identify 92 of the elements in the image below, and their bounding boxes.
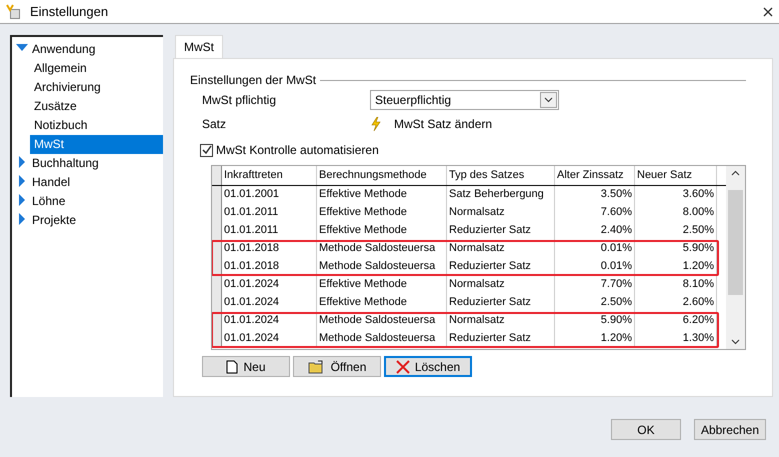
- table-cell: 01.01.2018: [222, 240, 317, 258]
- window-title: Einstellungen: [30, 4, 108, 19]
- checkbox-label: MwSt Kontrolle automatisieren: [216, 143, 379, 157]
- table-cell: 2.50%: [555, 294, 635, 312]
- table-cell: 01.01.2011: [222, 204, 317, 222]
- column-header[interactable]: Neuer Satz: [635, 166, 717, 185]
- table-cell: 2.40%: [555, 222, 635, 240]
- lightning-icon[interactable]: [370, 117, 382, 131]
- tree-item[interactable]: Notizbuch: [30, 116, 92, 135]
- table-cell: Methode Saldosteuersa: [317, 312, 447, 330]
- table-cell: 5.90%: [635, 240, 717, 258]
- table-cell: 5.90%: [555, 312, 635, 330]
- close-icon[interactable]: [763, 6, 773, 16]
- table-cell: 7.70%: [555, 276, 635, 294]
- tree-item[interactable]: Handel: [28, 173, 74, 192]
- tree-item[interactable]: MwSt: [30, 135, 163, 154]
- table-cell: 3.50%: [555, 186, 635, 204]
- table-cell: 01.01.2024: [222, 294, 317, 312]
- table-cell: Methode Saldosteuersa: [317, 330, 447, 348]
- row-header[interactable]: [212, 222, 222, 240]
- table-cell: Methode Saldosteuersa: [317, 258, 447, 276]
- page-icon: [226, 360, 238, 374]
- column-header[interactable]: Typ des Satzes: [447, 166, 555, 185]
- tree-item[interactable]: Buchhaltung: [28, 154, 103, 173]
- delete-button[interactable]: Löschen: [384, 356, 472, 377]
- delete-cross-icon: [396, 360, 410, 374]
- change-rate-link[interactable]: MwSt Satz ändern: [394, 117, 492, 131]
- app-icon: [6, 4, 22, 20]
- table-cell: Reduzierter Satz: [447, 294, 555, 312]
- collapsed-triangle-icon[interactable]: [16, 175, 28, 187]
- tree-item[interactable]: Archivierung: [30, 78, 105, 97]
- table-cell: 01.01.2018: [222, 258, 317, 276]
- tree-item[interactable]: Zusätze: [30, 97, 81, 116]
- field-label: MwSt pflichtig: [202, 93, 278, 107]
- table-cell: Normalsatz: [447, 276, 555, 294]
- tree-item[interactable]: Löhne: [28, 192, 70, 211]
- tab[interactable]: MwSt: [175, 35, 223, 58]
- table-cell: 7.60%: [555, 204, 635, 222]
- table-cell: Effektive Methode: [317, 204, 447, 222]
- table-cell: Reduzierter Satz: [447, 330, 555, 348]
- checkbox[interactable]: [200, 144, 213, 156]
- table-cell: 01.01.2024: [222, 312, 317, 330]
- scrollbar[interactable]: [726, 166, 745, 349]
- table-cell: 1.20%: [555, 330, 635, 348]
- row-header[interactable]: [212, 294, 222, 312]
- collapsed-triangle-icon[interactable]: [16, 194, 28, 206]
- table-cell: Normalsatz: [447, 204, 555, 222]
- table-cell: 8.10%: [635, 276, 717, 294]
- table-cell: 01.01.2001: [222, 186, 317, 204]
- open-button[interactable]: Öffnen: [293, 356, 381, 377]
- table-cell: Normalsatz: [447, 240, 555, 258]
- scroll-down-icon[interactable]: [731, 339, 740, 345]
- table-cell: 6.20%: [635, 312, 717, 330]
- table-cell: 3.60%: [635, 186, 717, 204]
- collapsed-triangle-icon[interactable]: [16, 156, 28, 168]
- table-cell: 01.01.2024: [222, 330, 317, 348]
- scroll-up-icon[interactable]: [731, 170, 740, 176]
- table-cell: 0.01%: [555, 240, 635, 258]
- table-cell: Reduzierter Satz: [447, 258, 555, 276]
- table-cell: 01.01.2024: [222, 276, 317, 294]
- table-cell: 8.00%: [635, 204, 717, 222]
- table-cell: Satz Beherbergung: [447, 186, 555, 204]
- field-label: Satz: [202, 117, 228, 131]
- tree-item[interactable]: Projekte: [28, 211, 80, 230]
- table-cell: Effektive Methode: [317, 276, 447, 294]
- collapsed-triangle-icon[interactable]: [16, 213, 28, 225]
- dropdown[interactable]: Steuerpflichtig: [370, 90, 559, 110]
- row-header[interactable]: [212, 186, 222, 204]
- group-title: Einstellungen der MwSt: [190, 73, 316, 87]
- tree-item[interactable]: Anwendung: [28, 40, 100, 59]
- chevron-down-icon: [544, 97, 553, 103]
- table-cell: 1.30%: [635, 330, 717, 348]
- table-cell: Normalsatz: [447, 312, 555, 330]
- dialog-button[interactable]: Abbrechen: [694, 419, 766, 440]
- tree-item[interactable]: Allgemein: [30, 59, 91, 78]
- column-header[interactable]: Alter Zinssatz: [555, 166, 635, 185]
- table-cell: 0.01%: [555, 258, 635, 276]
- table-cell: 01.01.2011: [222, 222, 317, 240]
- dialog-button[interactable]: OK: [610, 419, 681, 440]
- table-cell: 2.50%: [635, 222, 717, 240]
- table-cell: Effektive Methode: [317, 294, 447, 312]
- table-cell: Effektive Methode: [317, 186, 447, 204]
- table-cell: Methode Saldosteuersa: [317, 240, 447, 258]
- table-cell: Reduzierter Satz: [447, 222, 555, 240]
- column-header[interactable]: Berechnungsmethode: [317, 166, 447, 185]
- new-button[interactable]: Neu: [202, 356, 290, 377]
- table-cell: 2.60%: [635, 294, 717, 312]
- table-cell: 1.20%: [635, 258, 717, 276]
- row-header[interactable]: [212, 166, 222, 185]
- column-header[interactable]: Inkrafttreten: [222, 166, 317, 185]
- table-cell: Effektive Methode: [317, 222, 447, 240]
- row-header[interactable]: [212, 276, 222, 294]
